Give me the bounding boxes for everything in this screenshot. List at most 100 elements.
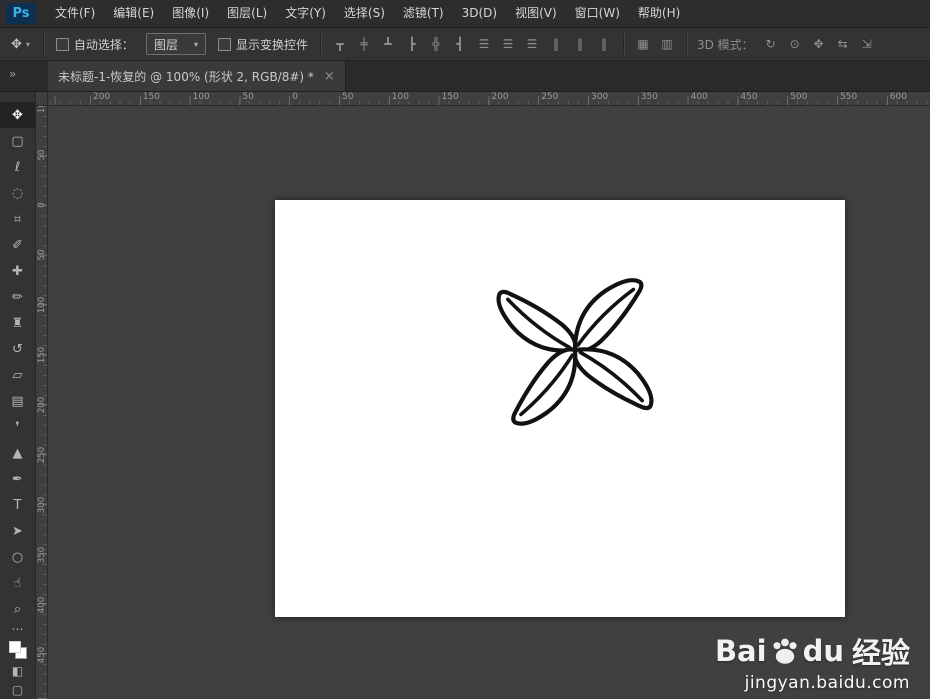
distribute-left-edges-icon[interactable]: ‖: [545, 33, 567, 55]
ruler-tick-label: 50: [342, 92, 354, 102]
tool-icon: ◌: [11, 185, 24, 201]
canvas-area[interactable]: [48, 106, 930, 699]
rectangular-marquee-tool[interactable]: ▢: [0, 128, 35, 154]
menu-item[interactable]: 图层(L): [218, 0, 276, 27]
menu-item[interactable]: 滤镜(T): [394, 0, 453, 27]
tool-icon: T: [13, 497, 22, 513]
history-brush-tool[interactable]: ↺: [0, 336, 35, 362]
pen-tool[interactable]: ✒: [0, 466, 35, 492]
lasso-tool[interactable]: ℓ: [0, 154, 35, 180]
align-horizontal-centers-icon[interactable]: ╬: [425, 33, 447, 55]
eyedropper-tool[interactable]: ✐: [0, 232, 35, 258]
ruler-tick-label: 350: [640, 92, 658, 102]
ruler-tick-label: 250: [541, 92, 559, 102]
align-bottom-edges-icon[interactable]: ┻: [377, 33, 399, 55]
ruler-corner: [36, 92, 48, 106]
document-tab[interactable]: 未标题-1-恢复的 @ 100% (形状 2, RGB/8#) * ×: [48, 61, 346, 91]
eraser-tool[interactable]: ▱: [0, 362, 35, 388]
ruler-tick-label: 150: [441, 92, 459, 102]
menu-item[interactable]: 图像(I): [163, 0, 218, 27]
foreground-color-swatch[interactable]: [8, 641, 21, 653]
separator: [319, 33, 321, 55]
zoom-tool[interactable]: ⌕: [0, 596, 35, 622]
quick-selection-tool[interactable]: ◌: [0, 180, 35, 206]
close-icon[interactable]: ×: [324, 69, 335, 84]
blur-tool[interactable]: ❜: [0, 414, 35, 440]
menu-list: 文件(F) 编辑(E) 图像(I) 图层(L) 文字(Y) 选择(S) 滤镜(T…: [46, 0, 689, 27]
ruler-tick-label: 400: [37, 596, 47, 614]
distribute-right-edges-icon[interactable]: ‖: [593, 33, 615, 55]
document-canvas[interactable]: [275, 200, 845, 617]
ruler-tick-label: 200: [93, 92, 111, 102]
align-right-edges-icon[interactable]: ┫: [449, 33, 471, 55]
ruler-tick-label: 450: [37, 646, 47, 664]
more-tools-icon[interactable]: ⋯: [12, 622, 24, 636]
spot-healing-brush-tool[interactable]: ✚: [0, 258, 35, 284]
tool-icon: ▢: [11, 133, 24, 149]
collapse-panels-button[interactable]: »: [5, 65, 20, 83]
3d-mode-icons-group: ↻ ⊙ ✥ ⇆ ⇲: [760, 33, 878, 55]
3d-slide-icon[interactable]: ⇆: [832, 33, 854, 55]
menu-item[interactable]: 编辑(E): [104, 0, 163, 27]
3d-rotate-icon[interactable]: ↻: [760, 33, 782, 55]
options-bar: ✥ ▾ 自动选择： 图层 ▾ 显示变换控件 ┳ ╪ ┻ ┣ ╬ ┫ ☰ ☰ ☰ …: [0, 28, 930, 61]
ruler-tick-label: 500: [790, 92, 808, 102]
distribute-horizontal-centers-icon[interactable]: ‖: [569, 33, 591, 55]
3d-roll-icon[interactable]: ⊙: [784, 33, 806, 55]
tool-preset-picker[interactable]: ✥ ▾: [6, 32, 35, 56]
tool-icon: ☝: [13, 575, 22, 591]
path-selection-tool[interactable]: ➤: [0, 518, 35, 544]
menu-item[interactable]: 窗口(W): [566, 0, 629, 27]
tool-icon: ❜: [15, 419, 20, 435]
ruler-tick-label: 400: [690, 92, 708, 102]
screen-mode-icon[interactable]: ▢: [12, 683, 23, 697]
auto-select-checkbox[interactable]: 自动选择：: [55, 36, 134, 53]
document-tab-bar: » 未标题-1-恢复的 @ 100% (形状 2, RGB/8#) * ×: [0, 61, 930, 92]
auto-select-target-dropdown[interactable]: 图层 ▾: [145, 33, 206, 55]
align-top-edges-icon[interactable]: ┳: [329, 33, 351, 55]
ellipse-tool[interactable]: ○: [0, 544, 35, 570]
checkbox-icon[interactable]: [55, 37, 69, 51]
checkbox-icon[interactable]: [217, 37, 231, 51]
3d-drag-icon[interactable]: ✥: [808, 33, 830, 55]
document-tab-title: 未标题-1-恢复的 @ 100% (形状 2, RGB/8#) *: [58, 69, 314, 84]
baidu-watermark: Bai du 经验 jingyan.baidu.com: [715, 630, 910, 693]
quick-mask-icon[interactable]: ◧: [12, 664, 23, 678]
ruler-tick-label: 200: [37, 396, 47, 414]
vertical-ruler: 100 50 0 50 100 150 200 250 300 350 400 …: [36, 106, 48, 699]
3d-scale-icon[interactable]: ⇲: [856, 33, 878, 55]
menu-item[interactable]: 视图(V): [506, 0, 566, 27]
align-left-edges-icon[interactable]: ┣: [401, 33, 423, 55]
distribute-vertical-centers-icon[interactable]: ☰: [497, 33, 519, 55]
tool-icon: ⌗: [13, 211, 22, 227]
distribute-bottom-edges-icon[interactable]: ☰: [521, 33, 543, 55]
move-tool-icon: ✥: [11, 36, 22, 52]
crop-tool[interactable]: ⌗: [0, 206, 35, 232]
menu-item[interactable]: 3D(D): [453, 0, 506, 27]
tool-icon: ♜: [11, 315, 24, 331]
show-transform-controls-checkbox[interactable]: 显示变换控件: [217, 36, 308, 53]
move-tool[interactable]: ✥: [0, 102, 35, 128]
menu-item[interactable]: 文件(F): [46, 0, 104, 27]
clone-stamp-tool[interactable]: ♜: [0, 310, 35, 336]
menu-item[interactable]: 文字(Y): [276, 0, 335, 27]
flower-drawing: [496, 278, 654, 426]
type-tool[interactable]: T: [0, 492, 35, 518]
color-swatches[interactable]: [8, 641, 27, 659]
brand-text-cn: 经验: [851, 636, 910, 670]
brush-tool[interactable]: ✏: [0, 284, 35, 310]
menu-item[interactable]: 帮助(H): [629, 0, 689, 27]
distribute-top-edges-icon[interactable]: ☰: [473, 33, 495, 55]
brand-text-left: Bai: [714, 634, 767, 668]
auto-distribute-icon[interactable]: ▥: [656, 33, 678, 55]
menu-item[interactable]: 选择(S): [335, 0, 394, 27]
dodge-tool[interactable]: ▲: [0, 440, 35, 466]
ruler-tick-label: 50: [37, 249, 47, 261]
auto-align-layers-icon[interactable]: ▦: [632, 33, 654, 55]
dropdown-value: 图层: [153, 37, 178, 52]
hand-tool[interactable]: ☝: [0, 570, 35, 596]
menubar: Ps 文件(F) 编辑(E) 图像(I) 图层(L) 文字(Y) 选择(S) 滤…: [0, 0, 930, 28]
tool-icon: ↺: [12, 341, 23, 357]
align-vertical-centers-icon[interactable]: ╪: [353, 33, 375, 55]
gradient-tool[interactable]: ▤: [0, 388, 35, 414]
